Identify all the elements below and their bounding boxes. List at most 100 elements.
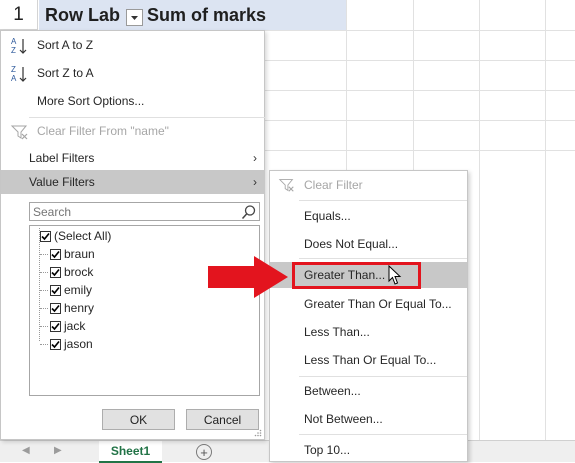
sort-az-icon: A Z — [11, 37, 27, 55]
value-filters-label: Value Filters — [29, 175, 95, 189]
checkbox-checked-icon[interactable] — [50, 266, 61, 278]
less-than-or-equal-label: Less Than Or Equal To... — [304, 353, 437, 367]
tree-connector — [40, 290, 48, 291]
row-labels-filter-button[interactable] — [126, 9, 143, 26]
does-not-equal-label: Does Not Equal... — [304, 237, 399, 251]
greater-than-item[interactable]: Greater Than... — [270, 262, 467, 288]
autofilter-panel: A Z Sort A to Z Z A Sort Z to A More Sor… — [0, 30, 265, 440]
chevron-right-icon: › — [253, 175, 257, 189]
svg-text:A: A — [11, 74, 17, 83]
mouse-cursor-icon — [388, 265, 402, 285]
list-item-label: jason — [64, 337, 93, 351]
sub-clear-filter-item[interactable]: Clear Filter — [270, 172, 467, 198]
sort-a-to-z-label: Sort A to Z — [37, 38, 94, 52]
more-sort-options-label: More Sort Options... — [37, 94, 145, 108]
tab-scroll-right-icon[interactable]: ▶ — [54, 445, 62, 456]
list-item-henry[interactable]: henry — [50, 299, 94, 317]
gridline — [265, 30, 575, 31]
clear-filter-icon — [10, 125, 28, 140]
search-input[interactable] — [30, 203, 235, 220]
ok-button[interactable]: OK — [102, 409, 175, 430]
plus-icon: + — [200, 444, 208, 460]
menu-separator — [299, 376, 467, 377]
sort-z-to-a-label: Sort Z to A — [37, 66, 94, 80]
gridline — [265, 90, 575, 91]
checkbox-checked-icon[interactable] — [50, 284, 61, 296]
tree-connector — [40, 344, 48, 345]
dropdown-filter-icon — [131, 16, 138, 20]
svg-text:Z: Z — [11, 46, 16, 55]
tab-scroll-left-icon[interactable]: ◀ — [22, 445, 30, 456]
list-item-brock[interactable]: brock — [50, 263, 93, 281]
greater-than-or-equal-item[interactable]: Greater Than Or Equal To... — [270, 291, 467, 317]
checkbox-checked-icon[interactable] — [50, 248, 61, 260]
clear-filter-icon — [278, 179, 294, 192]
resize-grip-icon[interactable] — [254, 429, 262, 437]
gridline — [545, 0, 546, 440]
checkbox-checked-icon[interactable] — [50, 320, 61, 332]
list-item-label: brock — [64, 265, 94, 279]
less-than-label: Less Than... — [304, 325, 370, 339]
less-than-or-equal-item[interactable]: Less Than Or Equal To... — [270, 347, 467, 373]
gridline — [479, 0, 480, 440]
cancel-button[interactable]: Cancel — [186, 409, 259, 430]
more-sort-options-item[interactable]: More Sort Options... — [1, 89, 265, 113]
between-item[interactable]: Between... — [270, 378, 467, 404]
checkbox-checked-icon[interactable] — [50, 338, 61, 350]
row-labels-text: Row Lab — [45, 4, 120, 25]
greater-than-or-equal-label: Greater Than Or Equal To... — [304, 297, 452, 311]
not-between-item[interactable]: Not Between... — [270, 406, 467, 432]
not-between-label: Not Between... — [304, 412, 383, 426]
greater-than-label: Greater Than... — [304, 268, 386, 282]
search-field[interactable] — [29, 202, 260, 221]
less-than-item[interactable]: Less Than... — [270, 319, 467, 345]
tab-sheet1[interactable]: Sheet1 — [99, 441, 162, 463]
tree-connector — [40, 308, 48, 309]
equals-item[interactable]: Equals... — [270, 203, 467, 229]
top-10-item[interactable]: Top 10... — [270, 437, 467, 463]
sort-za-icon: Z A — [11, 65, 27, 83]
sub-clear-filter-label: Clear Filter — [304, 178, 363, 192]
list-item-label: emily — [64, 283, 93, 297]
row-header-1[interactable]: 1 — [0, 0, 38, 30]
checkbox-checked-icon[interactable] — [50, 302, 61, 314]
list-item-jason[interactable]: jason — [50, 335, 93, 353]
list-item-label: braun — [64, 247, 95, 261]
label-filters-item[interactable]: Label Filters › — [1, 146, 265, 170]
sort-z-to-a-item[interactable]: Z A Sort Z to A — [1, 61, 265, 85]
add-sheet-button[interactable]: + — [196, 444, 212, 460]
value-filters-item[interactable]: Value Filters › — [1, 170, 265, 194]
value-filters-submenu: Clear Filter Equals... Does Not Equal...… — [269, 170, 468, 462]
menu-separator — [29, 117, 265, 118]
clear-filter-item[interactable]: Clear Filter From "name" — [1, 119, 265, 143]
label-filters-label: Label Filters — [29, 151, 95, 165]
list-item-emily[interactable]: emily — [50, 281, 92, 299]
gridline — [265, 120, 575, 121]
menu-separator — [299, 200, 467, 201]
chevron-right-icon: › — [253, 151, 257, 165]
sort-a-to-z-item[interactable]: A Z Sort A to Z — [1, 33, 265, 57]
checkbox-checked-icon[interactable] — [40, 230, 51, 242]
clear-filter-label: Clear Filter From "name" — [37, 124, 169, 138]
search-icon[interactable] — [241, 204, 257, 220]
menu-separator — [299, 434, 467, 435]
list-item-label: jack — [64, 319, 86, 333]
top-10-label: Top 10... — [304, 443, 351, 457]
tree-connector — [40, 326, 48, 327]
list-item-jack[interactable]: jack — [50, 317, 85, 335]
list-item-label: henry — [64, 301, 95, 315]
svg-text:A: A — [11, 37, 17, 46]
cell-sum-of-marks-header[interactable]: Sum of marks — [145, 0, 346, 30]
tree-connector — [40, 254, 48, 255]
list-item-select-all[interactable]: (Select All) — [40, 227, 111, 245]
svg-text:Z: Z — [11, 65, 16, 74]
does-not-equal-item[interactable]: Does Not Equal... — [270, 231, 467, 257]
sum-of-marks-text: Sum of marks — [147, 4, 267, 25]
gridline — [265, 60, 575, 61]
between-label: Between... — [304, 384, 361, 398]
list-item-label: (Select All) — [54, 229, 112, 243]
list-item-braun[interactable]: braun — [50, 245, 95, 263]
value-checklist[interactable]: (Select All) braun brock emily henry jac… — [29, 225, 260, 396]
tree-connector — [40, 272, 48, 273]
red-arrow-icon — [208, 256, 288, 298]
